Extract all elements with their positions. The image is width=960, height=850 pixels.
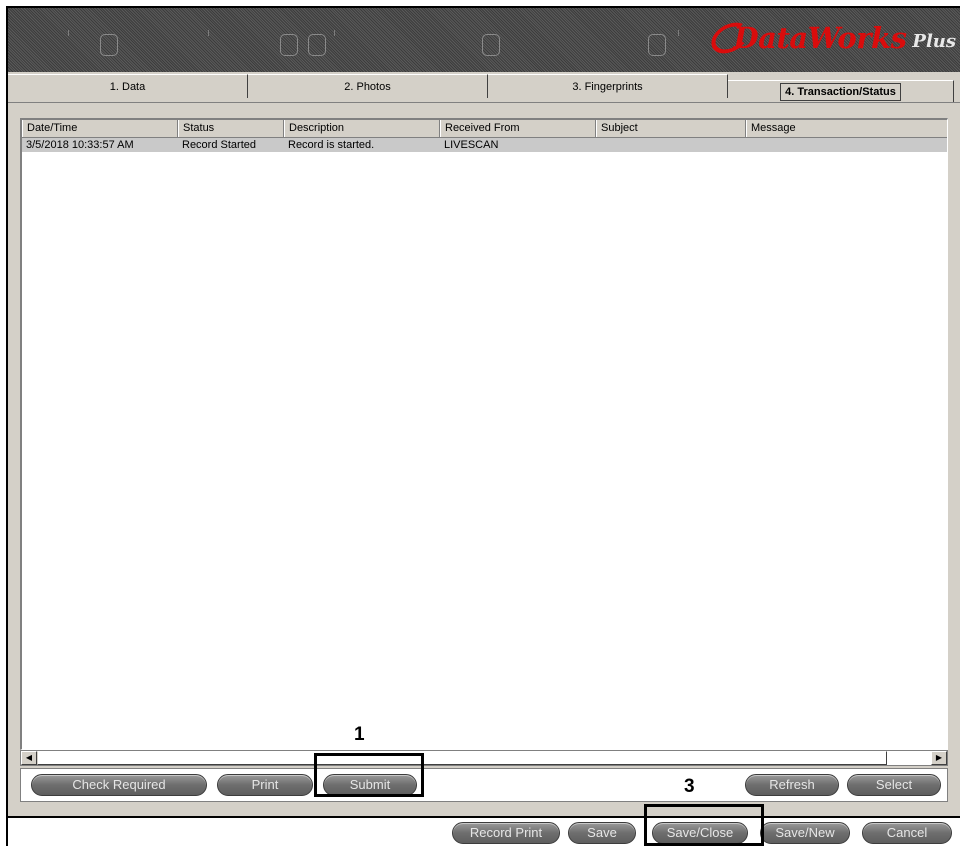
cell-subject (596, 138, 746, 152)
print-button[interactable]: Print (217, 774, 313, 796)
header-frame-icon (280, 34, 298, 56)
tab-fingerprints[interactable]: 3. Fingerprints (488, 74, 728, 98)
cell-description: Record is started. (288, 139, 375, 151)
transaction-list[interactable]: Date/Time Status Description Received Fr… (20, 118, 948, 750)
column-header-received-from[interactable]: Received From (440, 120, 596, 137)
dataworks-logo: DataWorks Plus (709, 17, 956, 59)
tab-transaction-status-label: 4. Transaction/Status (780, 83, 901, 101)
main-window: DataWorks Plus 1. Data 2. Photos 3. Fing… (6, 6, 960, 850)
scroll-left-icon[interactable]: ◀ (21, 751, 37, 765)
callout-box-submit (314, 753, 424, 797)
record-print-button[interactable]: Record Print (452, 822, 560, 844)
header-banner: DataWorks Plus (8, 8, 960, 72)
cell-datetime: 3/5/2018 10:33:57 AM (26, 139, 134, 151)
tab-transaction-status[interactable]: 4. Transaction/Status (728, 80, 954, 102)
check-required-button[interactable]: Check Required (31, 774, 207, 796)
horizontal-scrollbar[interactable]: ◀ ▶ (20, 750, 948, 766)
column-header-status[interactable]: Status (178, 120, 284, 137)
cell-message (746, 138, 947, 152)
header-tick (678, 30, 679, 36)
callout-number-3: 3 (684, 776, 695, 797)
scroll-right-icon[interactable]: ▶ (931, 751, 947, 765)
panel-actions-bar: Check Required Print Submit Refresh Sele… (20, 768, 948, 802)
logo-text: DataWorks (733, 21, 907, 55)
refresh-button[interactable]: Refresh (745, 774, 839, 796)
header-frame-icon (648, 34, 666, 56)
cell-status: Record Started (182, 139, 256, 151)
column-header-datetime[interactable]: Date/Time (22, 120, 178, 137)
header-tick (334, 30, 335, 36)
column-header-description[interactable]: Description (284, 120, 440, 137)
scroll-thumb[interactable] (37, 751, 887, 765)
column-header-message[interactable]: Message (746, 120, 947, 137)
cancel-button[interactable]: Cancel (862, 822, 952, 844)
header-tick (68, 30, 69, 36)
tab-data[interactable]: 1. Data (8, 74, 248, 98)
logo-suffix: Plus (912, 30, 956, 52)
column-header-subject[interactable]: Subject (596, 120, 746, 137)
header-tick (208, 30, 209, 36)
table-row[interactable]: 3/5/2018 10:33:57 AM Record Started Reco… (22, 138, 947, 152)
tab-bar: 1. Data 2. Photos 3. Fingerprints 4. Tra… (8, 72, 960, 103)
tab-photos[interactable]: 2. Photos (248, 74, 488, 98)
footer-bar: Record Print Save Save/Close Save/New Ca… (8, 816, 960, 850)
callout-number-1: 1 (354, 724, 365, 745)
select-button[interactable]: Select (847, 774, 941, 796)
table-header: Date/Time Status Description Received Fr… (22, 120, 947, 138)
save-button[interactable]: Save (568, 822, 636, 844)
callout-box-save-close (644, 804, 764, 846)
header-frame-icon (482, 34, 500, 56)
header-frame-icon (100, 34, 118, 56)
header-frame-icon (308, 34, 326, 56)
save-new-button[interactable]: Save/New (760, 822, 850, 844)
cell-received-from: LIVESCAN (444, 139, 499, 151)
